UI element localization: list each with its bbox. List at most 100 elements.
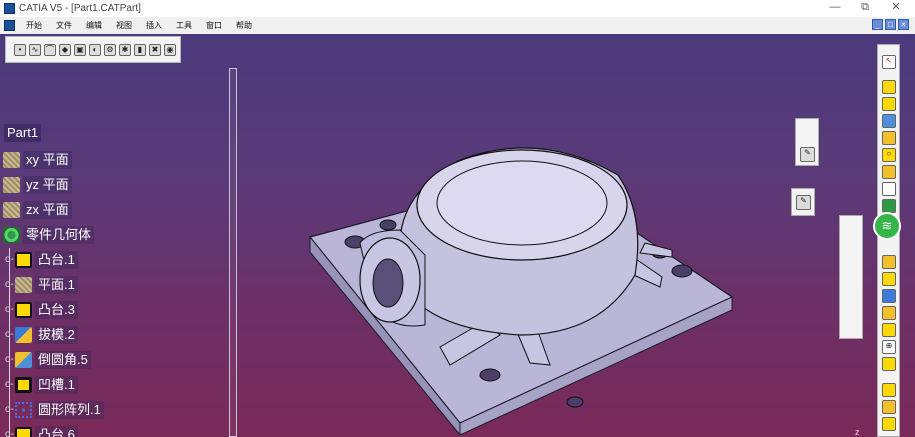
close-surface-icon[interactable]: [882, 417, 896, 431]
tree-item-circular-pattern-1[interactable]: o- 圆形阵列.1: [5, 400, 104, 419]
point-icon[interactable]: •: [14, 43, 26, 56]
part-design-toolbar: ↖ ○ ⊕: [877, 44, 900, 437]
plane-icon: [3, 176, 20, 193]
pocket-icon[interactable]: [882, 97, 896, 111]
pad-icon: [15, 301, 32, 318]
menu-insert[interactable]: 插入: [139, 17, 169, 34]
tree-expander[interactable]: o-: [5, 254, 15, 265]
tree-item-label: 凹槽.1: [35, 375, 78, 394]
tree-item-pad-6[interactable]: o- 凸台.6: [5, 425, 78, 437]
doc-close-button[interactable]: ×: [898, 19, 909, 30]
explode-icon[interactable]: ✱: [119, 43, 131, 56]
select-icon[interactable]: ↖: [882, 55, 896, 69]
thread-icon[interactable]: ⊕: [882, 340, 896, 354]
tree-expander[interactable]: o-: [5, 304, 15, 315]
sweep-surface-icon[interactable]: ✖: [149, 43, 161, 56]
tree-item-draft-2[interactable]: o- 拔模.2: [5, 325, 78, 344]
tree-item-plane-1[interactable]: o- 平面.1: [5, 275, 78, 294]
menu-help[interactable]: 帮助: [229, 17, 259, 34]
axis-z-label: z: [855, 427, 860, 437]
thickness-icon[interactable]: [882, 323, 896, 337]
menu-edit[interactable]: 编辑: [79, 17, 109, 34]
catia-app-icon: [4, 3, 15, 14]
split-icon[interactable]: [882, 383, 896, 397]
tree-item-pad-1[interactable]: o- 凸台.1: [5, 250, 78, 269]
render-icon[interactable]: ◉: [164, 43, 176, 56]
rib-icon[interactable]: [882, 165, 896, 179]
pattern-icon: [15, 401, 32, 418]
draft-icon[interactable]: [882, 289, 896, 303]
tree-item-zx-plane[interactable]: zx 平面: [3, 200, 72, 219]
menu-view[interactable]: 视图: [109, 17, 139, 34]
shaft-icon[interactable]: [882, 114, 896, 128]
pocket-icon: [15, 376, 32, 393]
tree-item-label: 圆形阵列.1: [35, 400, 104, 419]
sketch-icon[interactable]: ✎: [796, 195, 811, 210]
menu-bar: 开始 文件 编辑 视图 插入 工具 窗口 帮助: [0, 17, 915, 34]
shell-icon[interactable]: [882, 306, 896, 320]
title-bar: CATIA V5 - [Part1.CATPart]: [0, 0, 915, 17]
floating-panel: [839, 215, 863, 339]
tree-item-label: 拔模.2: [35, 325, 78, 344]
sketch-toolbar-a: ✎: [795, 118, 819, 166]
draft-icon: [15, 326, 32, 343]
plane-icon: [3, 201, 20, 218]
tree-expander[interactable]: o-: [5, 354, 15, 365]
pad-icon: [15, 251, 32, 268]
tree-scrollbar[interactable]: [229, 68, 237, 437]
tree-item-label: 平面.1: [35, 275, 78, 294]
tree-item-label: 零件几何体: [23, 225, 95, 244]
fillet-icon: [15, 351, 32, 368]
tree-item-pocket-1[interactable]: o- 凹槽.1: [5, 375, 78, 394]
tree-expander[interactable]: o-: [5, 379, 15, 390]
window-title: CATIA V5 - [Part1.CATPart]: [19, 3, 141, 14]
menu-file[interactable]: 文件: [49, 17, 79, 34]
tree-item-pad-3[interactable]: o- 凸台.3: [5, 300, 78, 319]
tree-item-part-body[interactable]: 零件几何体: [3, 225, 95, 244]
remove-face-icon[interactable]: [882, 357, 896, 371]
spline-icon[interactable]: ∿: [29, 43, 41, 56]
fillet-icon[interactable]: [882, 255, 896, 269]
tree-root-part[interactable]: Part1: [4, 124, 42, 142]
tree-item-label: 凸台.6: [35, 425, 78, 437]
tree-item-label: yz 平面: [23, 175, 72, 194]
gear-icon: [3, 226, 20, 243]
minimize-button[interactable]: —: [822, 0, 848, 17]
tree-expander[interactable]: o-: [5, 329, 15, 340]
tree-item-fillet-5[interactable]: o- 倒圆角.5: [5, 350, 91, 369]
sketch-icon[interactable]: ✎: [800, 147, 815, 162]
wifi-icon[interactable]: ≋: [873, 212, 901, 240]
top-toolbar: • ∿ ⌒ ◆ ▣ ◐ ⚙ ✱ ▮ ✖ ◉: [5, 36, 181, 63]
tree-item-xy-plane[interactable]: xy 平面: [3, 150, 72, 169]
measure-icon[interactable]: ▮: [134, 43, 146, 56]
assembly-icon[interactable]: ⚙: [104, 43, 116, 56]
doc-minimize-button[interactable]: _: [872, 19, 883, 30]
part-3d-model[interactable]: [300, 135, 745, 435]
menu-start[interactable]: 开始: [19, 17, 49, 34]
chamfer-icon[interactable]: [882, 272, 896, 286]
shell-icon[interactable]: ▣: [74, 43, 86, 56]
groove-icon[interactable]: [882, 131, 896, 145]
pad-icon[interactable]: [882, 80, 896, 94]
tree-item-label: 凸台.3: [35, 300, 78, 319]
document-icon[interactable]: [4, 20, 15, 31]
tree-expander[interactable]: o-: [5, 429, 15, 437]
hole-icon[interactable]: ○: [882, 148, 896, 162]
tree-expander[interactable]: o-: [5, 404, 15, 415]
stiffener-icon[interactable]: [882, 199, 896, 213]
menu-tools[interactable]: 工具: [169, 17, 199, 34]
close-button[interactable]: ✕: [883, 0, 909, 17]
tree-expander[interactable]: o-: [5, 279, 15, 290]
restore-button[interactable]: ⧉: [852, 0, 878, 17]
sweep-icon[interactable]: ◐: [89, 43, 101, 56]
thick-surface-icon[interactable]: [882, 400, 896, 414]
surface-icon[interactable]: ◆: [59, 43, 71, 56]
curve-icon[interactable]: ⌒: [44, 43, 56, 56]
slot-icon[interactable]: [882, 182, 896, 196]
tree-item-yz-plane[interactable]: yz 平面: [3, 175, 72, 194]
menu-window[interactable]: 窗口: [199, 17, 229, 34]
pad-icon: [15, 426, 32, 437]
tree-item-label: xy 平面: [23, 150, 72, 169]
plane-icon: [3, 151, 20, 168]
doc-restore-button[interactable]: □: [885, 19, 896, 30]
